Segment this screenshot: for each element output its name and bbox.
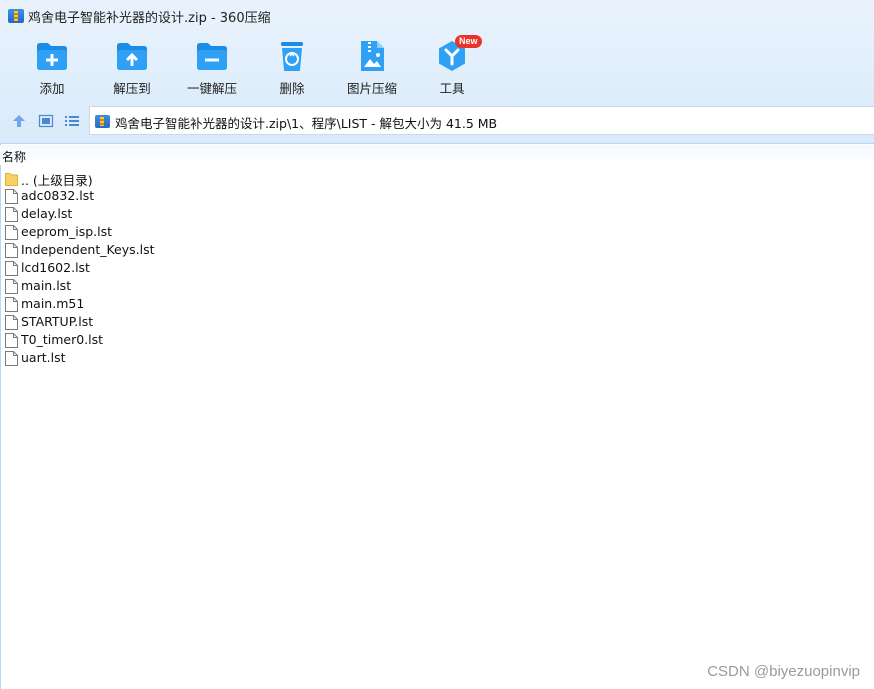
list-item[interactable]: lcd1602.lst bbox=[0, 259, 600, 277]
top-panel: 鸡舍电子智能补光器的设计.zip - 360压缩 添加 解压到 一键解压 删除 bbox=[0, 0, 874, 144]
toolbar: 添加 解压到 一键解压 删除 图片压缩 New 工具 bbox=[0, 35, 520, 100]
file-icon bbox=[5, 279, 18, 294]
folder-oneclick-icon bbox=[195, 39, 229, 73]
one-click-extract-button[interactable]: 一键解压 bbox=[172, 36, 252, 96]
image-compress-label: 图片压缩 bbox=[346, 81, 397, 96]
list-item-name: STARTUP.lst bbox=[21, 314, 94, 329]
list-item[interactable]: adc0832.lst bbox=[0, 187, 600, 205]
list-item[interactable]: delay.lst bbox=[0, 205, 600, 223]
file-icon bbox=[5, 315, 18, 330]
watermark: CSDN @biyezuopinvip bbox=[707, 663, 860, 680]
image-compress-icon bbox=[355, 39, 389, 73]
image-compress-button[interactable]: 图片压缩 bbox=[332, 36, 412, 96]
file-icon bbox=[5, 333, 18, 348]
folder-extract-icon bbox=[115, 39, 149, 73]
list-view-icon[interactable] bbox=[64, 113, 80, 129]
file-icon bbox=[5, 261, 18, 276]
tools-label: 工具 bbox=[439, 81, 465, 96]
archive-path-icon bbox=[95, 115, 110, 128]
archive-icon bbox=[8, 9, 24, 23]
list-item[interactable]: main.lst bbox=[0, 277, 600, 295]
thumbnail-view-icon[interactable] bbox=[38, 113, 54, 129]
tools-button[interactable]: New 工具 bbox=[412, 35, 492, 96]
list-item-name: main.m51 bbox=[21, 296, 85, 311]
trash-icon bbox=[275, 39, 309, 73]
add-button[interactable]: 添加 bbox=[12, 36, 92, 96]
navigation-bar: 鸡舍电子智能补光器的设计.zip\1、程序\LIST - 解包大小为 41.5 … bbox=[0, 106, 874, 136]
list-item[interactable]: STARTUP.lst bbox=[0, 313, 600, 331]
delete-label: 删除 bbox=[279, 81, 305, 96]
list-item-name: lcd1602.lst bbox=[21, 260, 90, 275]
folder-icon bbox=[5, 171, 18, 186]
file-icon bbox=[5, 207, 18, 222]
file-icon bbox=[5, 351, 18, 366]
tools-icon: New bbox=[435, 35, 482, 73]
file-icon bbox=[5, 297, 18, 312]
up-arrow-icon[interactable] bbox=[11, 113, 27, 129]
path-address-bar[interactable]: 鸡舍电子智能补光器的设计.zip\1、程序\LIST - 解包大小为 41.5 … bbox=[89, 106, 874, 135]
list-item[interactable]: eeprom_isp.lst bbox=[0, 223, 600, 241]
list-item-parent-dir[interactable]: .. (上级目录) bbox=[0, 169, 600, 188]
extract-to-label: 解压到 bbox=[113, 81, 151, 96]
file-icon bbox=[5, 243, 18, 258]
list-item-name: T0_timer0.lst bbox=[21, 332, 104, 347]
title-bar: 鸡舍电子智能补光器的设计.zip - 360压缩 bbox=[0, 0, 874, 32]
list-item[interactable]: main.m51 bbox=[0, 295, 600, 313]
list-item-name: adc0832.lst bbox=[21, 188, 95, 203]
add-label: 添加 bbox=[39, 81, 65, 96]
delete-button[interactable]: 删除 bbox=[252, 36, 332, 96]
extract-to-button[interactable]: 解压到 bbox=[92, 36, 172, 96]
list-item-name: delay.lst bbox=[21, 206, 73, 221]
column-header-label: 名称 bbox=[2, 150, 27, 164]
list-item[interactable]: T0_timer0.lst bbox=[0, 331, 600, 349]
list-item[interactable]: uart.lst bbox=[0, 349, 600, 367]
list-item[interactable]: Independent_Keys.lst bbox=[0, 241, 600, 259]
list-item-name: eeprom_isp.lst bbox=[21, 224, 113, 239]
list-item-name: Independent_Keys.lst bbox=[21, 242, 155, 257]
list-item-name: main.lst bbox=[21, 278, 72, 293]
one-click-extract-label: 一键解压 bbox=[186, 81, 237, 96]
file-icon bbox=[5, 225, 18, 240]
column-header-name[interactable]: 名称 bbox=[0, 145, 874, 165]
file-list: .. (上级目录) adc0832.lst delay.lst eeprom_i… bbox=[0, 169, 600, 367]
folder-add-icon bbox=[35, 39, 69, 73]
list-item-name: uart.lst bbox=[21, 350, 66, 365]
path-text: 鸡舍电子智能补光器的设计.zip\1、程序\LIST - 解包大小为 41.5 … bbox=[115, 116, 498, 131]
window-title: 鸡舍电子智能补光器的设计.zip - 360压缩 bbox=[28, 11, 271, 26]
new-badge: New bbox=[455, 35, 482, 48]
file-icon bbox=[5, 189, 18, 204]
